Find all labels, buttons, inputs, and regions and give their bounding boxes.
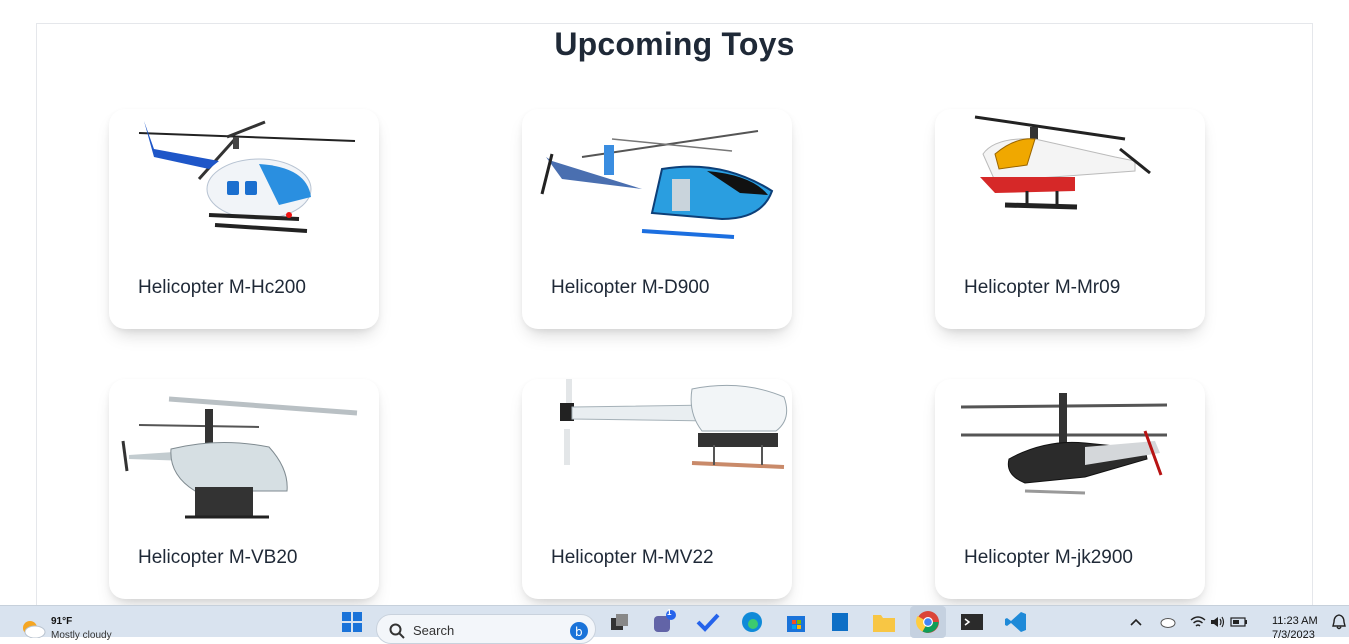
main-page: Upcoming Toys Helicopter M-Hc200 Helicop… xyxy=(0,0,1349,605)
toy-card-mr09[interactable]: Helicopter M-Mr09 xyxy=(935,109,1205,329)
vscode-icon xyxy=(1005,612,1026,632)
task-view-icon xyxy=(611,614,628,630)
toy-card-jk2900[interactable]: Helicopter M-jk2900 xyxy=(935,379,1205,599)
todo-icon xyxy=(696,613,720,632)
files-button[interactable] xyxy=(826,606,854,638)
file-explorer-button[interactable] xyxy=(870,606,898,638)
toy-name: Helicopter M-Mr09 xyxy=(964,277,1121,298)
weather-description: Mostly cloudy xyxy=(51,630,112,641)
files-icon xyxy=(832,613,848,631)
weather-widget[interactable]: 91°F Mostly cloudy xyxy=(16,606,136,641)
bing-icon: b xyxy=(570,622,588,640)
taskbar: 91°F Mostly cloudy Search b 1 11:23 AM 7… xyxy=(0,605,1349,644)
vscode-button[interactable] xyxy=(1002,606,1030,638)
store-button[interactable] xyxy=(782,606,810,638)
teams-badge: 1 xyxy=(667,608,672,617)
toy-name: Helicopter M-MV22 xyxy=(551,547,714,568)
chrome-icon xyxy=(916,611,939,633)
toy-name: Helicopter M-jk2900 xyxy=(964,547,1133,568)
clock-time: 11:23 AM xyxy=(1272,615,1318,627)
show-hidden-icons-button[interactable] xyxy=(1126,606,1146,638)
notifications-button[interactable] xyxy=(1330,606,1348,638)
toy-name: Helicopter M-VB20 xyxy=(138,547,298,568)
section-title: Upcoming Toys xyxy=(554,26,795,62)
todo-button[interactable] xyxy=(694,606,722,638)
chrome-button[interactable] xyxy=(910,606,946,638)
toy-card-vb20[interactable]: Helicopter M-VB20 xyxy=(109,379,379,599)
toy-card-hc200[interactable]: Helicopter M-Hc200 xyxy=(109,109,379,329)
onedrive-icon xyxy=(1160,618,1176,628)
chevron-up-icon xyxy=(1130,618,1142,626)
terminal-icon xyxy=(961,614,983,630)
windows-icon xyxy=(342,612,362,632)
toy-card-mv22[interactable]: Helicopter M-MV22 xyxy=(522,379,792,599)
start-button[interactable] xyxy=(338,606,366,638)
edge-button[interactable] xyxy=(738,606,766,638)
toy-image xyxy=(974,115,1151,210)
toy-name: Helicopter M-D900 xyxy=(551,277,710,298)
search-placeholder: Search xyxy=(413,623,455,638)
toy-image xyxy=(138,120,356,233)
notification-bell-icon xyxy=(1332,614,1346,630)
task-view-button[interactable] xyxy=(606,606,634,638)
volume-icon xyxy=(1211,616,1225,628)
onedrive-button[interactable] xyxy=(1156,606,1178,638)
toy-image xyxy=(540,130,774,239)
weather-temperature: 91°F xyxy=(51,616,73,627)
edge-icon xyxy=(742,612,762,632)
quick-settings-button[interactable] xyxy=(1188,606,1250,638)
clock-date: 7/3/2023 xyxy=(1272,629,1315,641)
teams-button[interactable]: 1 xyxy=(650,606,678,638)
store-icon xyxy=(787,616,805,632)
clock[interactable]: 11:23 AM 7/3/2023 xyxy=(1264,606,1334,641)
toy-image xyxy=(560,379,788,469)
toy-name: Helicopter M-Hc200 xyxy=(138,277,306,298)
toy-image xyxy=(121,396,358,519)
taskbar-search-box[interactable]: Search b xyxy=(376,614,596,644)
cloud-sun-icon xyxy=(23,621,46,638)
toy-card-d900[interactable]: Helicopter M-D900 xyxy=(522,109,792,329)
terminal-button[interactable] xyxy=(958,606,986,638)
toy-image xyxy=(960,393,1168,495)
teams-icon xyxy=(654,610,676,632)
battery-icon xyxy=(1230,617,1247,627)
folder-icon xyxy=(873,615,895,632)
wifi-icon xyxy=(1190,616,1206,627)
